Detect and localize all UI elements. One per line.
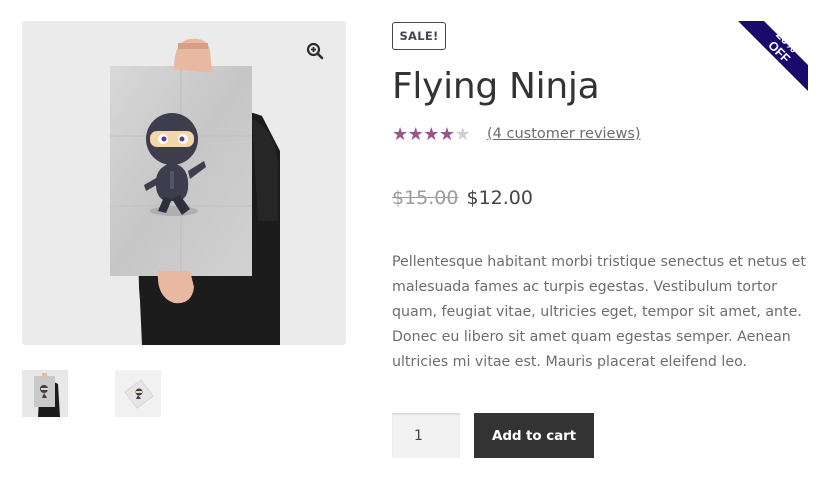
star-icon: ★ xyxy=(407,124,424,145)
add-to-cart-button[interactable]: Add to cart xyxy=(474,413,594,458)
discount-ribbon: 20% OFF xyxy=(738,21,808,91)
thumbnail-ninja-poster-held[interactable] xyxy=(22,370,68,417)
product-short-description: Pellentesque habitant morbi tristique se… xyxy=(392,254,806,370)
price-original: $15.00 xyxy=(392,187,459,209)
zoom-icon[interactable] xyxy=(306,42,326,62)
star-icon: ★ xyxy=(423,124,439,145)
product-main-image[interactable] xyxy=(22,21,346,345)
star-icon: ★ xyxy=(438,124,455,145)
thumbnail-ninja-poster-flat[interactable] xyxy=(115,370,161,417)
sale-badge: SALE! xyxy=(392,22,446,50)
quantity-input[interactable] xyxy=(392,413,460,458)
rating-stars: ★★★★★ xyxy=(392,124,471,146)
product-price: $15.00 $12.00 xyxy=(392,187,533,209)
price-sale: $12.00 xyxy=(466,187,533,209)
customer-reviews-link[interactable]: (4 customer reviews) xyxy=(487,126,641,142)
product-title: Flying Ninja xyxy=(392,66,600,107)
star-icon: ★ xyxy=(392,124,408,145)
ninja-poster-image xyxy=(110,38,280,345)
star-empty-icon: ★ xyxy=(454,124,471,145)
